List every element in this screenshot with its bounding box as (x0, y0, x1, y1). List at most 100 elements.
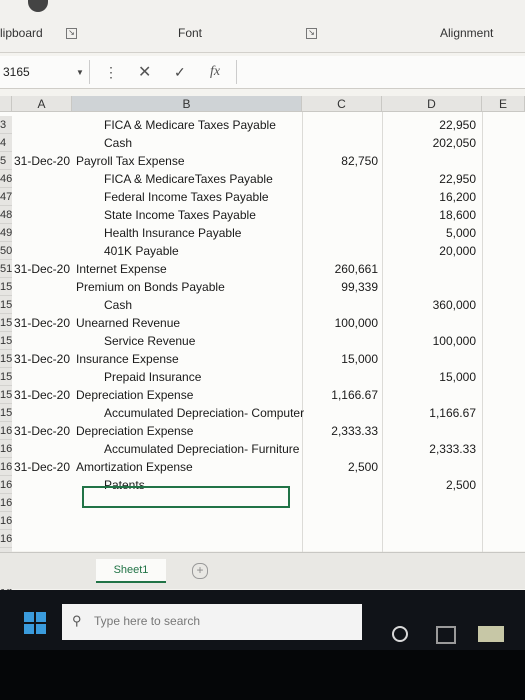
cell-credit[interactable]: 20,000 (384, 243, 476, 259)
cell-date[interactable]: 31-Dec-20 (14, 261, 70, 277)
active-cell-selection[interactable] (82, 486, 290, 508)
cell-date[interactable]: 31-Dec-20 (14, 315, 70, 331)
row-header[interactable]: 46 (0, 170, 12, 188)
cell-date[interactable]: 31-Dec-20 (14, 459, 70, 475)
column-header-b[interactable]: B (72, 96, 302, 112)
row-header[interactable]: 160 (0, 422, 12, 440)
task-view-icon[interactable] (436, 626, 456, 644)
ribbon: lipboard ↘ Font ↘ Alignment (0, 0, 525, 53)
row-header[interactable]: 155 (0, 332, 12, 350)
row-header[interactable]: 48 (0, 206, 12, 224)
row-header[interactable]: 161 (0, 440, 12, 458)
sheet-tab-bar: Sheet1 + (0, 552, 525, 589)
cell-account[interactable]: Accumulated Depreciation- Furniture (104, 441, 299, 457)
cell-credit[interactable]: 360,000 (384, 297, 476, 313)
worksheet-grid[interactable]: A B C D E 3 FICA & Medicare Taxes Payable… (0, 96, 525, 602)
row-header[interactable]: 49 (0, 224, 12, 242)
cell-date[interactable]: 31-Dec-20 (14, 387, 70, 403)
cell-account[interactable]: FICA & MedicareTaxes Payable (104, 171, 273, 187)
row-header[interactable]: 165 (0, 512, 12, 530)
cell-credit[interactable]: 22,950 (384, 117, 476, 133)
cell-date[interactable]: 31-Dec-20 (14, 153, 70, 169)
ribbon-icon[interactable] (28, 0, 48, 12)
column-header-a[interactable]: A (12, 96, 72, 112)
row-header[interactable]: 157 (0, 368, 12, 386)
row-header[interactable]: 166 (0, 530, 12, 548)
cell-debit[interactable]: 2,500 (304, 459, 378, 475)
cell-account[interactable]: Accumulated Depreciation- Computer (104, 405, 304, 421)
cell-credit[interactable]: 22,950 (384, 171, 476, 187)
cell-account[interactable]: Prepaid Insurance (104, 369, 201, 385)
column-header-d[interactable]: D (382, 96, 482, 112)
cancel-icon[interactable]: ✕ (138, 62, 151, 82)
select-all-corner[interactable] (0, 96, 12, 112)
cell-account[interactable]: 401K Payable (104, 243, 179, 259)
cell-credit[interactable]: 1,166.67 (384, 405, 476, 421)
row-header[interactable]: 4 (0, 134, 12, 152)
name-box-dropdown-icon[interactable]: ▼ (76, 68, 84, 77)
cell-account[interactable]: Service Revenue (104, 333, 195, 349)
cell-debit[interactable]: 2,333.33 (304, 423, 378, 439)
cell-credit[interactable]: 18,600 (384, 207, 476, 223)
cell-account[interactable]: Premium on Bonds Payable (76, 279, 225, 295)
cell-account[interactable]: Depreciation Expense (76, 387, 193, 403)
column-header-c[interactable]: C (302, 96, 382, 112)
cell-debit[interactable]: 82,750 (304, 153, 378, 169)
cell-credit[interactable]: 15,000 (384, 369, 476, 385)
cell-debit[interactable]: 15,000 (304, 351, 378, 367)
row-header[interactable]: 5 (0, 152, 12, 170)
row-header[interactable]: 51 (0, 260, 12, 278)
row-header[interactable]: 159 (0, 404, 12, 422)
formula-input[interactable] (236, 60, 525, 84)
cell-date[interactable]: 31-Dec-20 (14, 423, 70, 439)
row-header[interactable]: 47 (0, 188, 12, 206)
cell-account[interactable]: Insurance Expense (76, 351, 179, 367)
more-options-icon[interactable]: ⋮ (104, 64, 118, 81)
row-header[interactable]: 158 (0, 386, 12, 404)
row-header[interactable]: 163 (0, 476, 12, 494)
cell-account[interactable]: Cash (104, 135, 132, 151)
cell-debit[interactable]: 99,339 (304, 279, 378, 295)
taskbar-app-icon[interactable] (478, 626, 504, 642)
cell-account[interactable]: Payroll Tax Expense (76, 153, 185, 169)
search-icon: ⚲ (72, 613, 82, 628)
cell-credit[interactable]: 2,500 (384, 477, 476, 493)
cell-account[interactable]: State Income Taxes Payable (104, 207, 256, 223)
cell-account[interactable]: Unearned Revenue (76, 315, 180, 331)
cell-debit[interactable]: 100,000 (304, 315, 378, 331)
cell-debit[interactable]: 1,166.67 (304, 387, 378, 403)
row-header[interactable]: 154 (0, 314, 12, 332)
cell-debit[interactable]: 260,661 (304, 261, 378, 277)
row-header[interactable]: 50 (0, 242, 12, 260)
cell-credit[interactable]: 5,000 (384, 225, 476, 241)
cell-credit[interactable]: 202,050 (384, 135, 476, 151)
row-header[interactable]: 162 (0, 458, 12, 476)
windows-start-icon[interactable] (24, 612, 46, 634)
cell-credit[interactable]: 2,333.33 (384, 441, 476, 457)
row-header[interactable]: 164 (0, 494, 12, 512)
monitor-bezel (0, 650, 525, 700)
sheet-tab-sheet1[interactable]: Sheet1 (96, 559, 166, 583)
row-header[interactable]: 153 (0, 296, 12, 314)
row-header[interactable]: 156 (0, 350, 12, 368)
cell-credit[interactable]: 16,200 (384, 189, 476, 205)
cell-credit[interactable]: 100,000 (384, 333, 476, 349)
cell-account[interactable]: Federal Income Taxes Payable (104, 189, 269, 205)
cell-account[interactable]: Amortization Expense (76, 459, 193, 475)
font-launcher-icon[interactable]: ↘ (306, 28, 317, 39)
cell-account[interactable]: Cash (104, 297, 132, 313)
row-header[interactable]: 152 (0, 278, 12, 296)
cell-account[interactable]: FICA & Medicare Taxes Payable (104, 117, 276, 133)
cortana-icon[interactable] (392, 626, 408, 642)
cell-account[interactable]: Internet Expense (76, 261, 167, 277)
cell-date[interactable]: 31-Dec-20 (14, 351, 70, 367)
column-header-e[interactable]: E (482, 96, 525, 112)
row-header[interactable]: 3 (0, 116, 12, 134)
cell-account[interactable]: Health Insurance Payable (104, 225, 241, 241)
insert-function-icon[interactable]: fx (210, 64, 220, 80)
add-sheet-icon[interactable]: + (192, 563, 208, 579)
cell-account[interactable]: Depreciation Expense (76, 423, 193, 439)
taskbar-search-box[interactable]: ⚲ Type here to search (62, 604, 362, 640)
enter-icon[interactable]: ✓ (174, 64, 186, 81)
clipboard-launcher-icon[interactable]: ↘ (66, 28, 77, 39)
